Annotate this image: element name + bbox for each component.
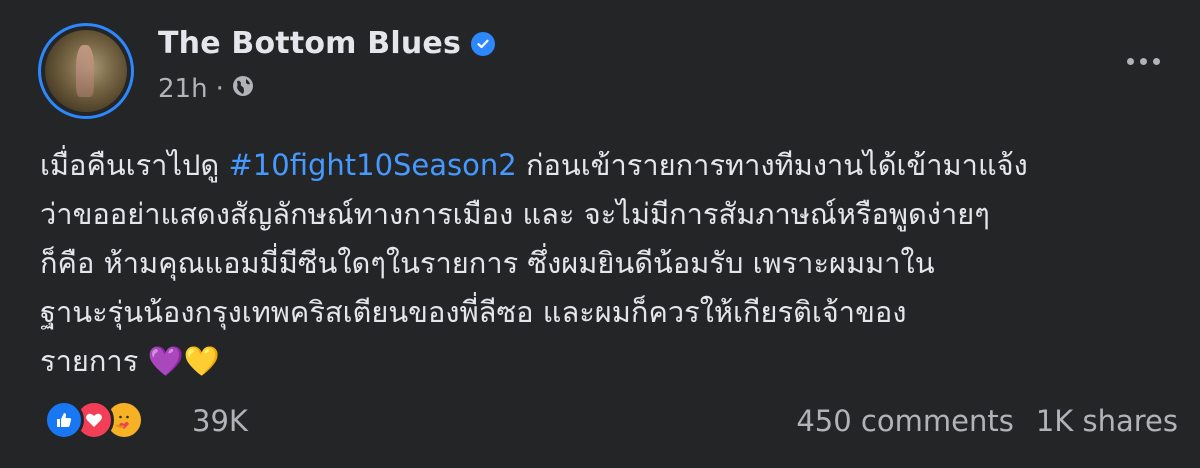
post-body: เมื่อคืนเราไปดู #10fight10Season2 ก่อนเข… xyxy=(40,141,1170,386)
text-segment: ก่อนเข้ารายการทางทีมงานได้เข้ามาแจ้ง xyxy=(516,148,1028,182)
reaction-icons[interactable] xyxy=(44,400,144,440)
globe-icon xyxy=(232,74,254,104)
hashtag-link[interactable]: #10fight10Season2 xyxy=(229,148,517,182)
post-line: ว่าขออย่าแสดงสัญลักษณ์ทางการเมือง และ จะ… xyxy=(40,190,1170,239)
text-segment: ว่าขออย่าแสดงสัญลักษณ์ทางการเมือง และ จะ… xyxy=(40,197,990,231)
author-name[interactable]: The Bottom Blues xyxy=(158,26,461,61)
dot xyxy=(1140,58,1147,65)
text-segment: เมื่อคืนเราไปดู xyxy=(40,148,229,182)
verified-badge-icon xyxy=(471,31,495,56)
post-timestamp[interactable]: 21h xyxy=(158,74,208,104)
avatar-image xyxy=(45,30,127,112)
post-line: รายการ 💜💛 xyxy=(40,337,1170,386)
text-segment: รายการ xyxy=(40,344,148,378)
dot xyxy=(1153,58,1160,65)
shares-count[interactable]: 1K shares xyxy=(1036,404,1178,438)
like-icon xyxy=(44,400,84,440)
more-options-button[interactable] xyxy=(1127,58,1160,65)
post-meta: 21h · xyxy=(158,74,254,104)
page-avatar[interactable] xyxy=(38,23,134,119)
avatar-figure xyxy=(76,44,95,98)
engagement-stats: 450 comments 1K shares xyxy=(796,404,1178,438)
text-segment: ก็คือ ห้ามคุณแอมมี่มีซีนใดๆในรายการ ซึ่ง… xyxy=(40,246,935,280)
reactions-count[interactable]: 39K xyxy=(192,404,248,438)
post-header-name: The Bottom Blues xyxy=(158,26,495,61)
meta-separator: · xyxy=(215,74,224,104)
post-line: ฐานะรุ่นน้องกรุงเทพคริสเตียนของพี่ลีซอ แ… xyxy=(40,288,1170,337)
post-line: เมื่อคืนเราไปดู #10fight10Season2 ก่อนเข… xyxy=(40,141,1170,190)
dot xyxy=(1127,58,1134,65)
post-line: ก็คือ ห้ามคุณแอมมี่มีซีนใดๆในรายการ ซึ่ง… xyxy=(40,239,1170,288)
heart-emoji: 💜💛 xyxy=(147,344,220,378)
comments-count[interactable]: 450 comments xyxy=(796,404,1013,438)
text-segment: ฐานะรุ่นน้องกรุงเทพคริสเตียนของพี่ลีซอ แ… xyxy=(40,295,907,329)
